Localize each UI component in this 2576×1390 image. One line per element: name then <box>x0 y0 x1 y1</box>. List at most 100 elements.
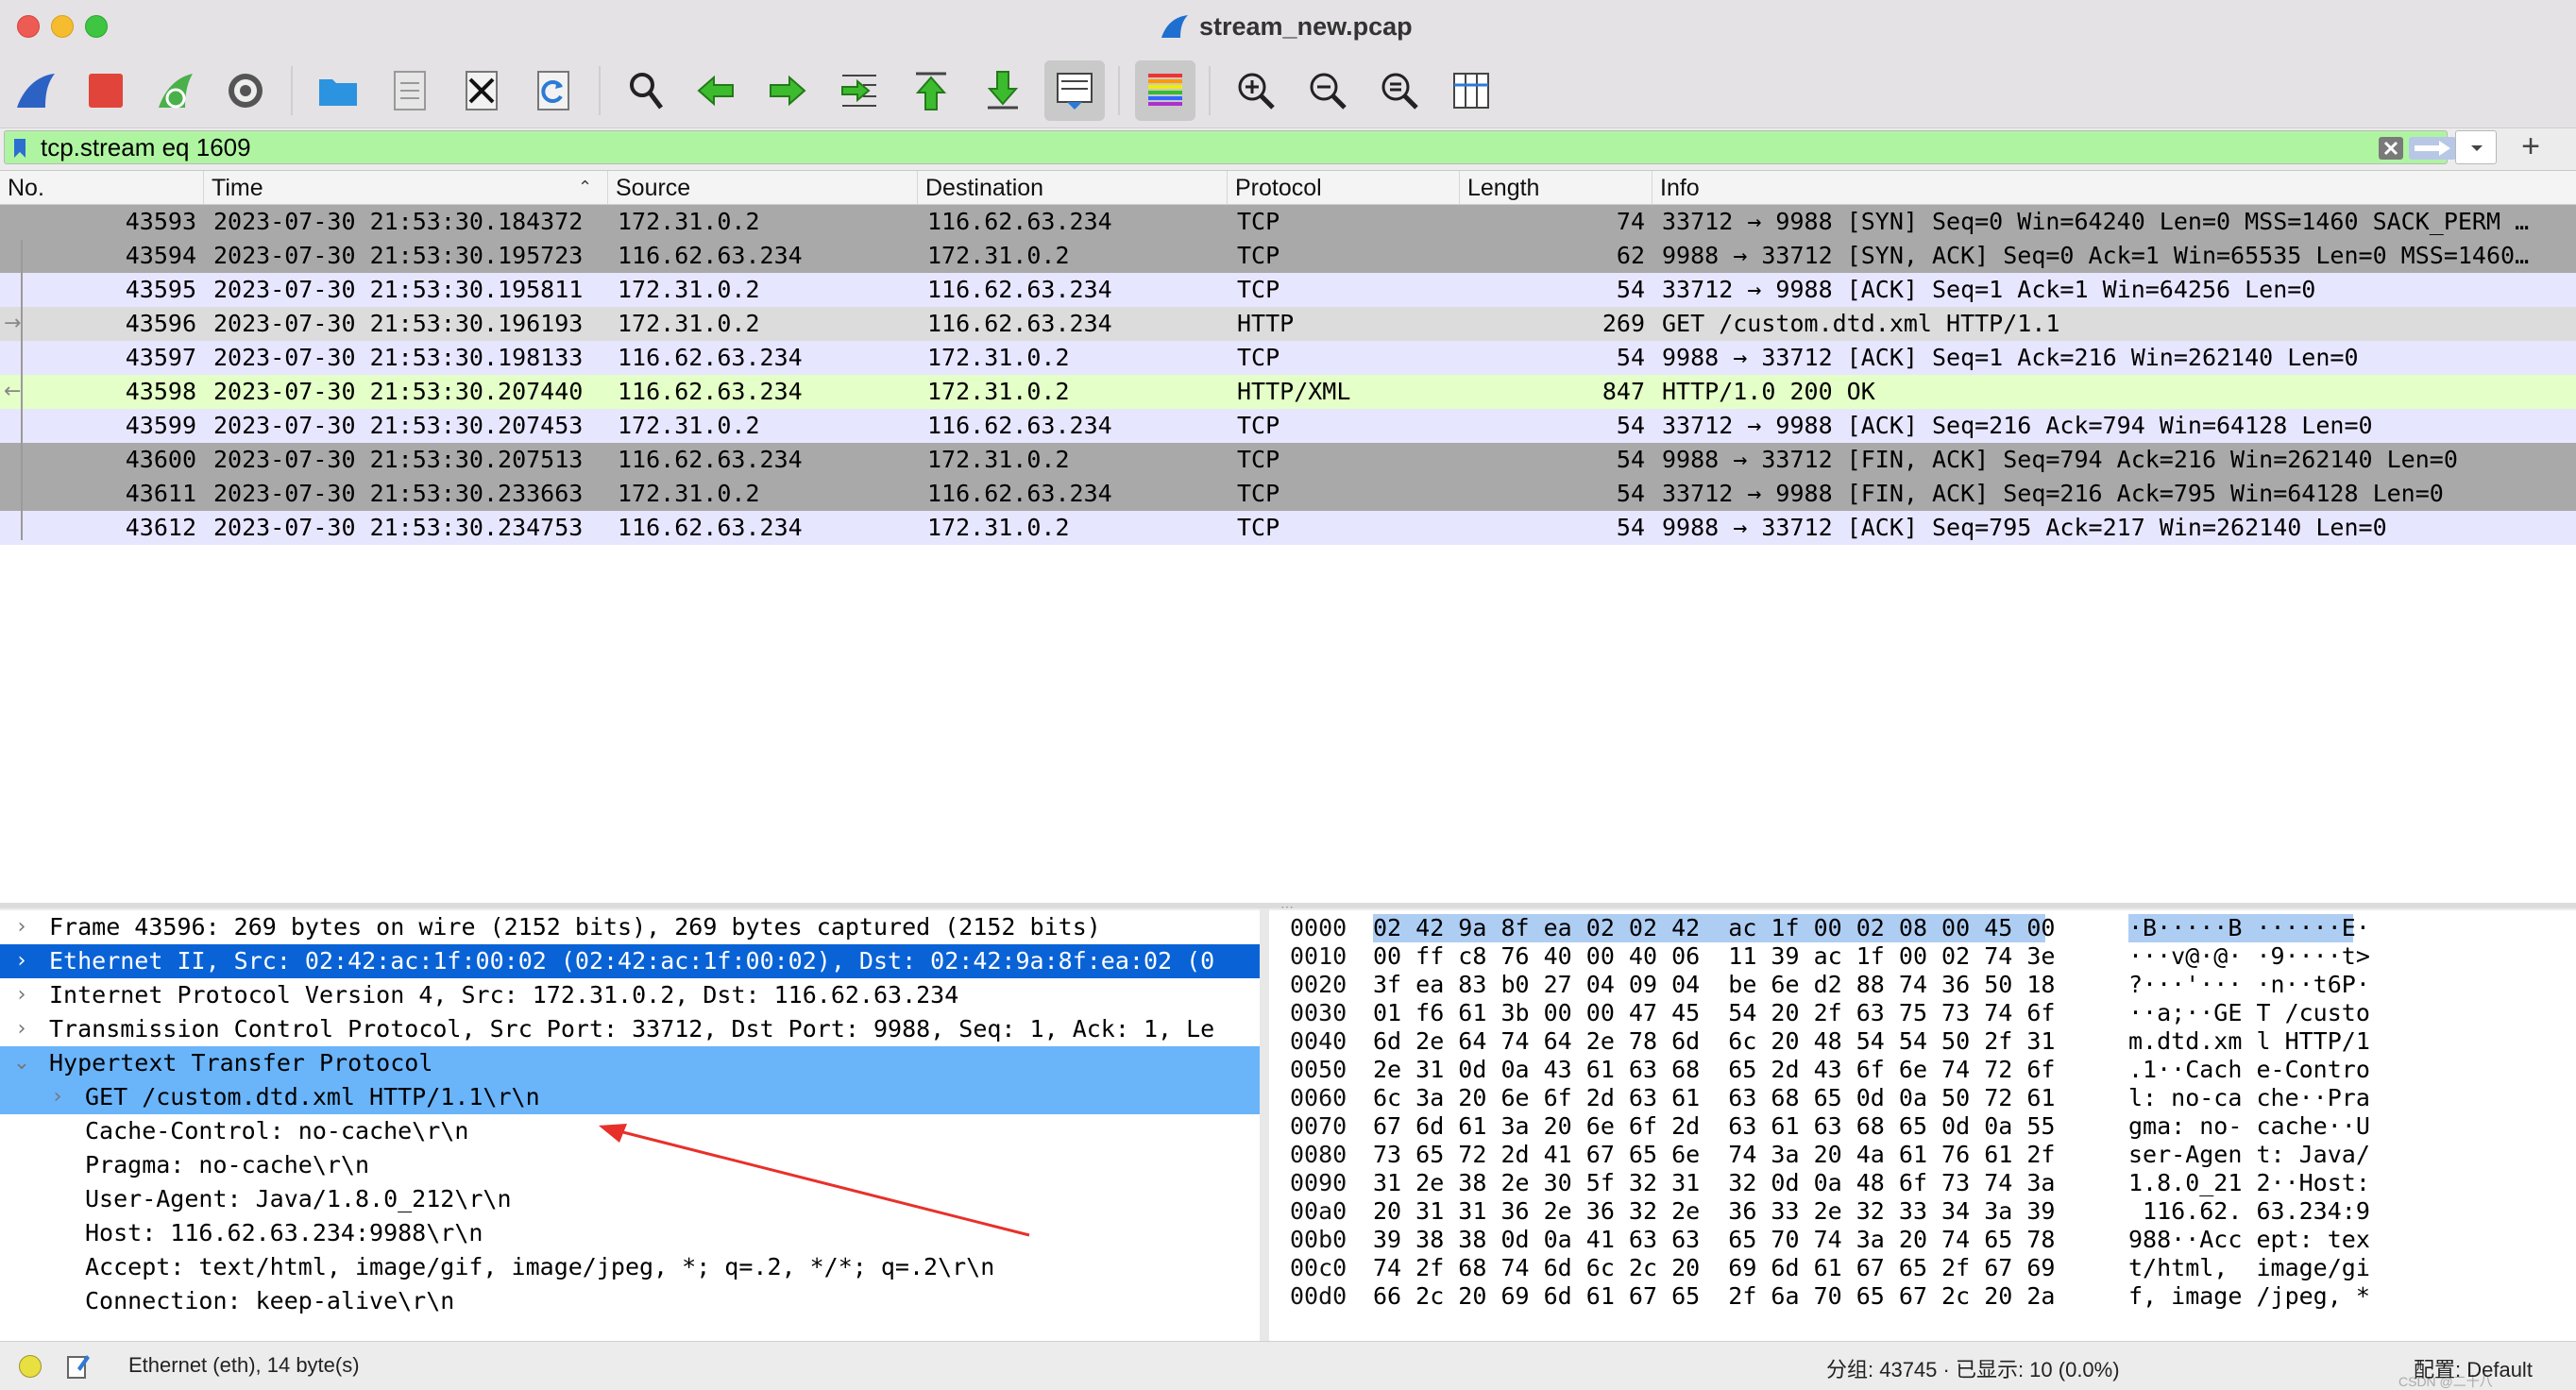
bytes-hex[interactable]: 67 6d 61 3a 20 6e 6f 2d 63 61 63 68 65 0… <box>1373 1112 2055 1141</box>
bytes-ascii[interactable]: f, image /jpeg, * <box>2128 1282 2370 1311</box>
bytes-ascii[interactable]: 116.62. 63.234:9 <box>2128 1197 2370 1226</box>
status-profile[interactable]: 配置: Default <box>2414 1353 2533 1383</box>
go-to-packet-button[interactable] <box>829 60 890 121</box>
start-capture-button[interactable] <box>6 60 66 121</box>
bytes-offset[interactable]: 0030 <box>1290 999 1347 1027</box>
go-last-packet-button[interactable] <box>973 60 1033 121</box>
go-first-packet-button[interactable] <box>901 60 961 121</box>
zoom-out-button[interactable] <box>1297 60 1358 121</box>
bytes-hex[interactable]: 39 38 38 0d 0a 41 63 63 65 70 74 3a 20 7… <box>1373 1226 2055 1254</box>
bytes-ascii[interactable]: ?···'··· ·n··t6P· <box>2128 971 2370 999</box>
bytes-ascii[interactable]: gma: no- cache··U <box>2128 1112 2370 1141</box>
bytes-ascii[interactable]: .1··Cach e-Contro <box>2128 1056 2370 1084</box>
bytes-hex[interactable]: 00 ff c8 76 40 00 40 06 11 39 ac 1f 00 0… <box>1373 942 2055 971</box>
bytes-offset[interactable]: 0080 <box>1290 1141 1347 1169</box>
packet-row[interactable]: ← 43598 2023-07-30 21:53:30.207440 116.62.6… <box>0 375 2576 409</box>
packet-row[interactable]: 43593 2023-07-30 21:53:30.184372 172.31.0.… <box>0 205 2576 239</box>
bytes-hex[interactable]: 20 31 31 36 2e 36 32 2e 36 33 2e 32 33 3… <box>1373 1197 2055 1226</box>
clear-filter-button[interactable] <box>2379 137 2403 160</box>
bytes-hex[interactable]: 31 2e 38 2e 30 5f 32 31 32 0d 0a 48 6f 7… <box>1373 1169 2055 1197</box>
bytes-offset[interactable]: 0090 <box>1290 1169 1347 1197</box>
detail-tree-item[interactable]: › Internet Protocol Version 4, Src: 172.3… <box>0 978 1260 1012</box>
bytes-hex[interactable]: 02 42 9a 8f ea 02 02 42 ac 1f 00 02 08 0… <box>1373 914 2055 942</box>
column-header-length[interactable]: Length <box>1460 171 1652 205</box>
detail-tree-item[interactable]: Accept: text/html, image/gif, image/jpeg… <box>0 1250 1260 1284</box>
bytes-hex[interactable]: 66 2c 20 69 6d 61 67 65 2f 6a 70 65 67 2… <box>1373 1282 2055 1311</box>
bytes-ascii[interactable]: ·B·····B ······E· <box>2128 914 2370 942</box>
open-file-button[interactable] <box>308 60 368 121</box>
packet-row[interactable]: 43594 2023-07-30 21:53:30.195723 116.62.63… <box>0 239 2576 273</box>
packet-row[interactable]: 43599 2023-07-30 21:53:30.207453 172.31.0.… <box>0 409 2576 443</box>
bytes-hex[interactable]: 73 65 72 2d 41 67 65 6e 74 3a 20 4a 61 7… <box>1373 1141 2055 1169</box>
bytes-offset[interactable]: 00b0 <box>1290 1226 1347 1254</box>
find-packet-button[interactable] <box>616 60 676 121</box>
packet-row[interactable]: 43611 2023-07-30 21:53:30.233663 172.31.0.… <box>0 477 2576 511</box>
colorize-button[interactable] <box>1135 60 1195 121</box>
bytes-offset[interactable]: 0010 <box>1290 942 1347 971</box>
go-forward-button[interactable] <box>757 60 818 121</box>
zoom-in-button[interactable] <box>1226 60 1286 121</box>
expand-right-icon[interactable]: › <box>8 944 36 978</box>
bytes-ascii[interactable]: ··a;··GE T /custo <box>2128 999 2370 1027</box>
bytes-hex[interactable]: 6c 3a 20 6e 6f 2d 63 61 63 68 65 0d 0a 5… <box>1373 1084 2055 1112</box>
detail-tree-item[interactable]: › Ethernet II, Src: 02:42:ac:1f:00:02 (02… <box>0 944 1260 978</box>
detail-tree-item[interactable]: Connection: keep-alive\r\n <box>0 1284 1260 1318</box>
normal-size-button[interactable] <box>1369 60 1430 121</box>
detail-tree-item[interactable]: › Transmission Control Protocol, Src Port… <box>0 1012 1260 1046</box>
capture-comment-icon[interactable] <box>66 1351 91 1380</box>
bytes-ascii[interactable]: l: no-ca che··Pra <box>2128 1084 2370 1112</box>
stop-capture-button[interactable] <box>76 60 136 121</box>
packet-row[interactable]: 43597 2023-07-30 21:53:30.198133 116.62.63… <box>0 341 2576 375</box>
maximize-window-button[interactable] <box>85 15 108 38</box>
column-header-destination[interactable]: Destination <box>918 171 1228 205</box>
bytes-pane-splitter[interactable] <box>1260 908 1269 1341</box>
bytes-ascii[interactable]: 1.8.0_21 2··Host: <box>2128 1169 2370 1197</box>
column-header-no[interactable]: No. <box>0 171 204 205</box>
column-header-info[interactable]: Info <box>1652 171 2576 205</box>
bytes-offset[interactable]: 0020 <box>1290 971 1347 999</box>
packet-row[interactable]: 43600 2023-07-30 21:53:30.207513 116.62.63… <box>0 443 2576 477</box>
bytes-ascii[interactable]: ser-Agen t: Java/ <box>2128 1141 2370 1169</box>
resize-columns-button[interactable] <box>1441 60 1501 121</box>
bytes-offset[interactable]: 0000 <box>1290 914 1347 942</box>
packet-row[interactable]: 43595 2023-07-30 21:53:30.195811 172.31.0.… <box>0 273 2576 307</box>
packet-row[interactable]: → 43596 2023-07-30 21:53:30.196193 172.31.0… <box>0 307 2576 341</box>
bytes-offset[interactable]: 00d0 <box>1290 1282 1347 1311</box>
expand-down-icon[interactable]: ⌄ <box>8 1046 36 1080</box>
bytes-hex[interactable]: 3f ea 83 b0 27 04 09 04 be 6e d2 88 74 3… <box>1373 971 2055 999</box>
bytes-ascii[interactable]: ···v@·@· ·9····t> <box>2128 942 2370 971</box>
bytes-hex[interactable]: 74 2f 68 74 6d 6c 2c 20 69 6d 61 67 65 2… <box>1373 1254 2055 1282</box>
bytes-hex[interactable]: 01 f6 61 3b 00 00 47 45 54 20 2f 63 75 7… <box>1373 999 2055 1027</box>
expert-info-icon[interactable] <box>19 1355 42 1378</box>
packet-row[interactable]: 43612 2023-07-30 21:53:30.234753 116.62.63… <box>0 511 2576 545</box>
reload-file-button[interactable] <box>523 60 584 121</box>
save-file-button[interactable] <box>380 60 440 121</box>
bytes-hex[interactable]: 6d 2e 64 74 64 2e 78 6d 6c 20 48 54 54 5… <box>1373 1027 2055 1056</box>
bytes-offset[interactable]: 00a0 <box>1290 1197 1347 1226</box>
expand-right-icon[interactable]: › <box>8 978 36 1012</box>
filter-history-dropdown[interactable] <box>2455 130 2497 164</box>
detail-tree-item[interactable]: › Frame 43596: 269 bytes on wire (2152 bi… <box>0 910 1260 944</box>
bytes-offset[interactable]: 00c0 <box>1290 1254 1347 1282</box>
go-back-button[interactable] <box>686 60 746 121</box>
bytes-offset[interactable]: 0040 <box>1290 1027 1347 1056</box>
close-file-button[interactable] <box>451 60 512 121</box>
expand-right-icon[interactable]: › <box>8 1012 36 1046</box>
bytes-offset[interactable]: 0050 <box>1290 1056 1347 1084</box>
detail-tree-item[interactable]: › GET /custom.dtd.xml HTTP/1.1\r\n <box>0 1080 1260 1114</box>
display-filter-input[interactable] <box>41 133 2345 161</box>
apply-filter-button[interactable] <box>2409 137 2456 160</box>
bytes-offset[interactable]: 0060 <box>1290 1084 1347 1112</box>
column-header-source[interactable]: Source <box>608 171 918 205</box>
column-header-time[interactable]: Time <box>204 171 608 205</box>
column-header-protocol[interactable]: Protocol <box>1228 171 1460 205</box>
expand-right-icon[interactable]: › <box>8 910 36 944</box>
bytes-ascii[interactable]: t/html, image/gi <box>2128 1254 2370 1282</box>
bytes-ascii[interactable]: m.dtd.xm l HTTP/1 <box>2128 1027 2370 1056</box>
bookmark-icon[interactable] <box>12 137 27 160</box>
minimize-window-button[interactable] <box>51 15 74 38</box>
capture-options-button[interactable] <box>215 60 276 121</box>
close-window-button[interactable] <box>17 15 40 38</box>
add-filter-button[interactable]: + <box>2512 128 2550 166</box>
autoscroll-button[interactable] <box>1044 60 1105 121</box>
